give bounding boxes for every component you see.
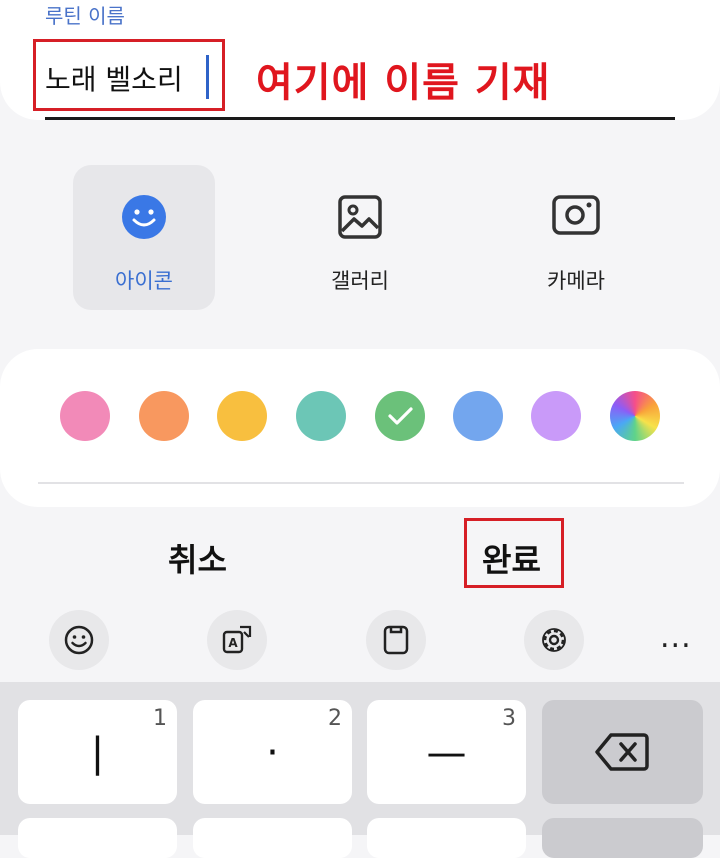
clipboard-icon xyxy=(383,625,409,655)
done-button[interactable]: 완료 xyxy=(482,535,541,581)
color-swatch-teal[interactable] xyxy=(296,391,346,441)
key-2[interactable]: 2 · xyxy=(193,700,352,804)
emoji-icon xyxy=(64,625,94,655)
key-2-number: 2 xyxy=(328,706,342,731)
color-swatch-yellow[interactable] xyxy=(217,391,267,441)
input-underline xyxy=(45,117,675,120)
translate-icon: A xyxy=(222,625,252,654)
color-divider xyxy=(38,482,684,484)
checkmark-icon xyxy=(388,407,413,425)
more-icon[interactable]: ... xyxy=(660,620,692,655)
key-5[interactable] xyxy=(193,818,352,858)
cancel-button[interactable]: 취소 xyxy=(168,535,227,581)
color-swatch-blue[interactable] xyxy=(453,391,503,441)
color-swatch-custom[interactable] xyxy=(610,391,660,441)
routine-name-input[interactable]: 노래 벨소리 xyxy=(45,58,183,98)
key-1-number: 1 xyxy=(153,706,167,731)
keyboard-area: 1 | 2 · 3 — xyxy=(0,682,720,858)
annotation-text: 여기에 이름 기재 xyxy=(256,60,551,106)
key-3-glyph: — xyxy=(426,730,467,776)
option-gallery-label: 갤러리 xyxy=(331,269,389,293)
text-cursor xyxy=(206,55,209,99)
routine-name-label: 루틴 이름 xyxy=(45,4,125,28)
option-gallery[interactable]: 갤러리 xyxy=(289,165,431,310)
option-camera[interactable]: 카메라 xyxy=(505,165,647,310)
keyboard-clipboard-button[interactable] xyxy=(366,610,426,670)
color-swatch-orange[interactable] xyxy=(139,391,189,441)
option-camera-label: 카메라 xyxy=(547,269,605,293)
backspace-key[interactable] xyxy=(542,700,703,804)
keyboard-translate-button[interactable]: A xyxy=(207,610,267,670)
color-swatch-purple[interactable] xyxy=(531,391,581,441)
option-icon-label: 아이콘 xyxy=(115,269,173,293)
key-3-number: 3 xyxy=(502,706,516,731)
key-6[interactable] xyxy=(367,818,526,858)
smiley-icon xyxy=(120,193,168,245)
key-next[interactable] xyxy=(542,818,703,858)
option-icon[interactable]: 아이콘 xyxy=(73,165,215,310)
settings-icon xyxy=(542,628,566,652)
key-4[interactable] xyxy=(18,818,177,858)
key-1[interactable]: 1 | xyxy=(18,700,177,804)
backspace-icon xyxy=(595,733,649,771)
key-3[interactable]: 3 — xyxy=(367,700,526,804)
key-2-glyph: · xyxy=(266,730,279,776)
keyboard-settings-button[interactable] xyxy=(524,610,584,670)
gallery-icon xyxy=(336,193,384,245)
camera-icon xyxy=(551,193,601,241)
key-1-glyph: | xyxy=(90,730,105,776)
color-swatch-green[interactable] xyxy=(375,391,425,441)
svg-text:A: A xyxy=(228,636,238,650)
color-swatch-pink[interactable] xyxy=(60,391,110,441)
keyboard-emoji-button[interactable] xyxy=(49,610,109,670)
